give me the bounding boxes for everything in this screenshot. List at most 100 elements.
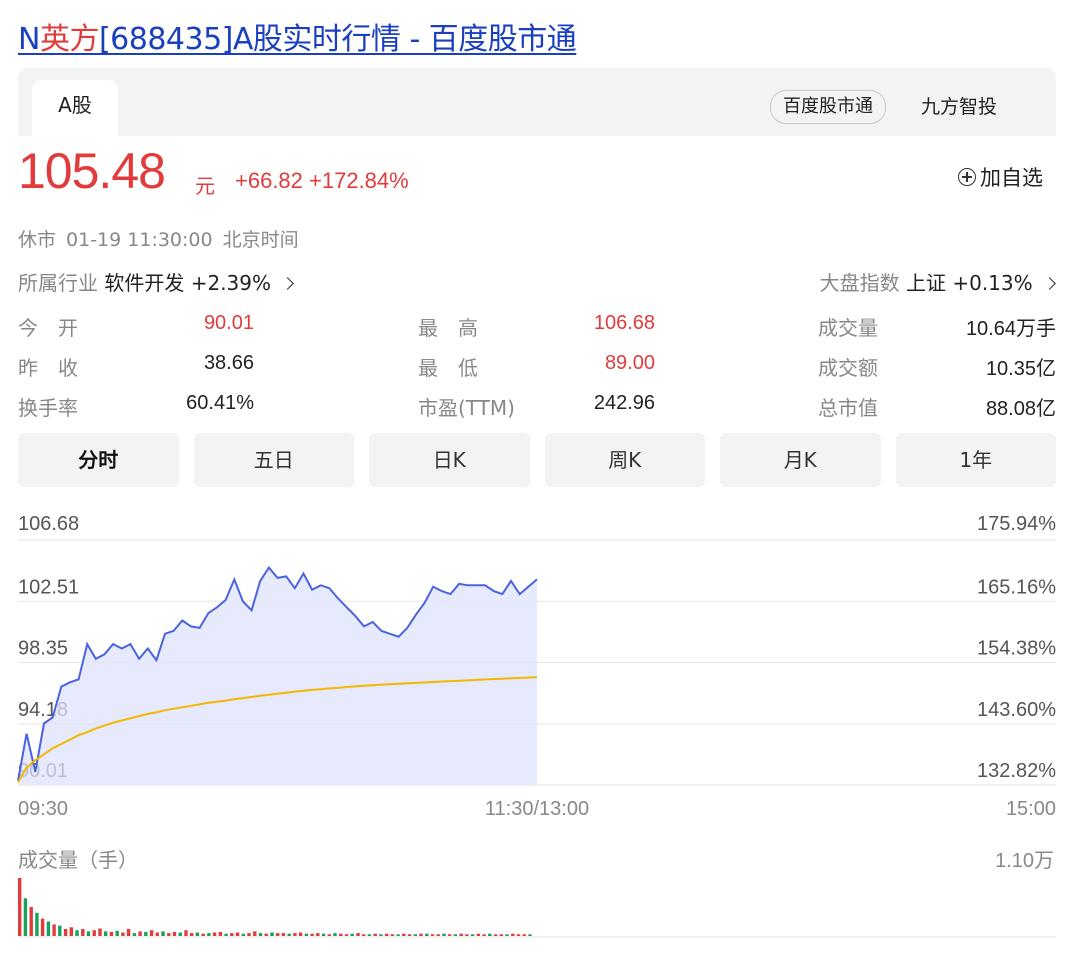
- volume-bar: [207, 933, 211, 936]
- industry-link[interactable]: 所属行业 软件开发 +2.39%: [18, 267, 295, 296]
- volume-bar: [436, 934, 440, 936]
- tab-a-shares[interactable]: A股: [32, 80, 118, 136]
- volume-bar: [184, 930, 188, 936]
- stat-volume-label: 成交量: [818, 316, 878, 340]
- volume-bar: [396, 934, 400, 936]
- price-change: +66.82 +172.84%: [235, 168, 409, 193]
- volume-bar: [258, 933, 263, 936]
- volume-bar: [235, 932, 240, 936]
- volume-bar: [327, 934, 331, 936]
- stat-pe-label: 市盈(TTM): [418, 396, 515, 420]
- jiufang-link[interactable]: 九方智投: [921, 91, 997, 123]
- market-index-change: +0.13%: [952, 271, 1033, 295]
- volume-bar: [488, 933, 492, 936]
- volume-bar: [46, 921, 51, 936]
- volume-bar: [482, 934, 486, 936]
- volume-bar: [344, 934, 349, 936]
- volume-bar: [58, 925, 62, 936]
- volume-bar: [511, 933, 515, 936]
- volume-bar: [407, 934, 412, 936]
- volume-bar: [276, 933, 280, 936]
- price-unit: 元: [195, 174, 215, 198]
- volume-bar: [339, 933, 343, 936]
- title-rest: [688435]A股实时行情 - 百度股市通: [98, 22, 577, 57]
- volume-bar: [453, 934, 458, 936]
- current-price: 105.48: [18, 143, 166, 199]
- volume-bar: [293, 933, 297, 936]
- stat-amount-label: 成交额: [818, 356, 878, 380]
- stat-high-label: 最 高: [418, 316, 478, 340]
- volume-bar: [442, 933, 446, 936]
- volume-bar: [81, 929, 85, 936]
- volume-bar: [476, 933, 481, 936]
- volume-bar: [109, 931, 114, 936]
- volume-bar: [218, 931, 223, 936]
- volume-bar: [167, 933, 171, 936]
- volume-bar: [281, 933, 286, 936]
- volume-bar: [230, 933, 234, 936]
- volume-bar: [195, 932, 200, 936]
- volume-bar: [190, 933, 194, 936]
- tab-one-year[interactable]: 1年: [895, 433, 1056, 487]
- status-timezone: 北京时间: [222, 229, 299, 251]
- volume-bar: [224, 933, 228, 936]
- stat-prev-close-label: 昨 收: [18, 356, 78, 380]
- volume-bar: [104, 931, 108, 936]
- volume-bar: [149, 930, 154, 936]
- stat-turnover-label: 换手率: [18, 396, 78, 420]
- quote-stats-grid: 今 开 90.01 昨 收 38.66 换手率 60.41% 最 高 106.6…: [18, 310, 1056, 420]
- industry-label: 所属行业: [18, 271, 98, 295]
- x-tick-label: 09:30: [18, 798, 68, 820]
- plus-circle-icon: [958, 168, 976, 186]
- volume-max-label: 1.10万: [995, 850, 1054, 872]
- volume-bar: [459, 933, 463, 936]
- volume-bar: [115, 930, 119, 936]
- market-index-link[interactable]: 大盘指数 上证 +0.13%: [820, 267, 1056, 296]
- volume-bar: [247, 933, 251, 936]
- volume-bar: [126, 929, 131, 936]
- stat-high-value: 106.68: [593, 312, 655, 334]
- intraday-chart[interactable]: 106.68102.5198.3594.1890.01175.94%165.16…: [0, 495, 1080, 835]
- volume-bar: [69, 927, 73, 936]
- volume-bar: [493, 934, 498, 936]
- volume-bar: [241, 933, 245, 936]
- volume-bar: [121, 932, 125, 936]
- y-tick-label-right: 165.16%: [977, 576, 1056, 598]
- volume-bar: [367, 934, 372, 936]
- volume-bar: [132, 933, 137, 936]
- volume-bar: [448, 934, 452, 936]
- market-tab-bar: A股 百度股市通 九方智投: [18, 68, 1056, 136]
- volume-bar: [92, 930, 96, 936]
- volume-bar: [270, 932, 274, 936]
- tab-five-day[interactable]: 五日: [193, 433, 354, 487]
- volume-bar: [373, 933, 377, 936]
- volume-bar: [161, 931, 165, 936]
- volume-bar: [310, 933, 314, 936]
- volume-label: 成交量（手）: [18, 848, 138, 872]
- market-index-name: 上证: [905, 271, 946, 295]
- stat-amount-value: 10.35亿: [985, 358, 1056, 380]
- volume-bar: [287, 933, 291, 936]
- tab-weekly-k[interactable]: 周K: [544, 433, 705, 487]
- volume-bar: [178, 932, 182, 936]
- chart-period-tabs: 分时 五日 日K 周K 月K 1年: [18, 433, 1056, 487]
- page-title-link[interactable]: N英方[688435]A股实时行情 - 百度股市通: [18, 14, 577, 58]
- title-prefix: N: [18, 22, 40, 57]
- industry-change: +2.39%: [190, 271, 272, 295]
- volume-bar: [75, 930, 79, 936]
- tab-monthly-k[interactable]: 月K: [720, 433, 881, 487]
- volume-bar: [470, 934, 475, 936]
- baidu-gushitong-button[interactable]: 百度股市通: [770, 90, 886, 124]
- y-tick-label-left: 106.68: [18, 513, 79, 535]
- volume-bar: [138, 931, 142, 936]
- volume-bar: [52, 924, 56, 936]
- add-watchlist-button[interactable]: 加自选: [958, 162, 1043, 192]
- volume-bar: [172, 931, 177, 936]
- stat-low-value: 89.00: [604, 352, 655, 374]
- x-tick-label: 15:00: [1006, 798, 1056, 820]
- volume-bar: [425, 933, 429, 936]
- tab-intraday[interactable]: 分时: [18, 433, 179, 487]
- y-tick-label-left: 102.51: [18, 576, 79, 598]
- volume-bar: [304, 933, 309, 936]
- tab-daily-k[interactable]: 日K: [369, 433, 530, 487]
